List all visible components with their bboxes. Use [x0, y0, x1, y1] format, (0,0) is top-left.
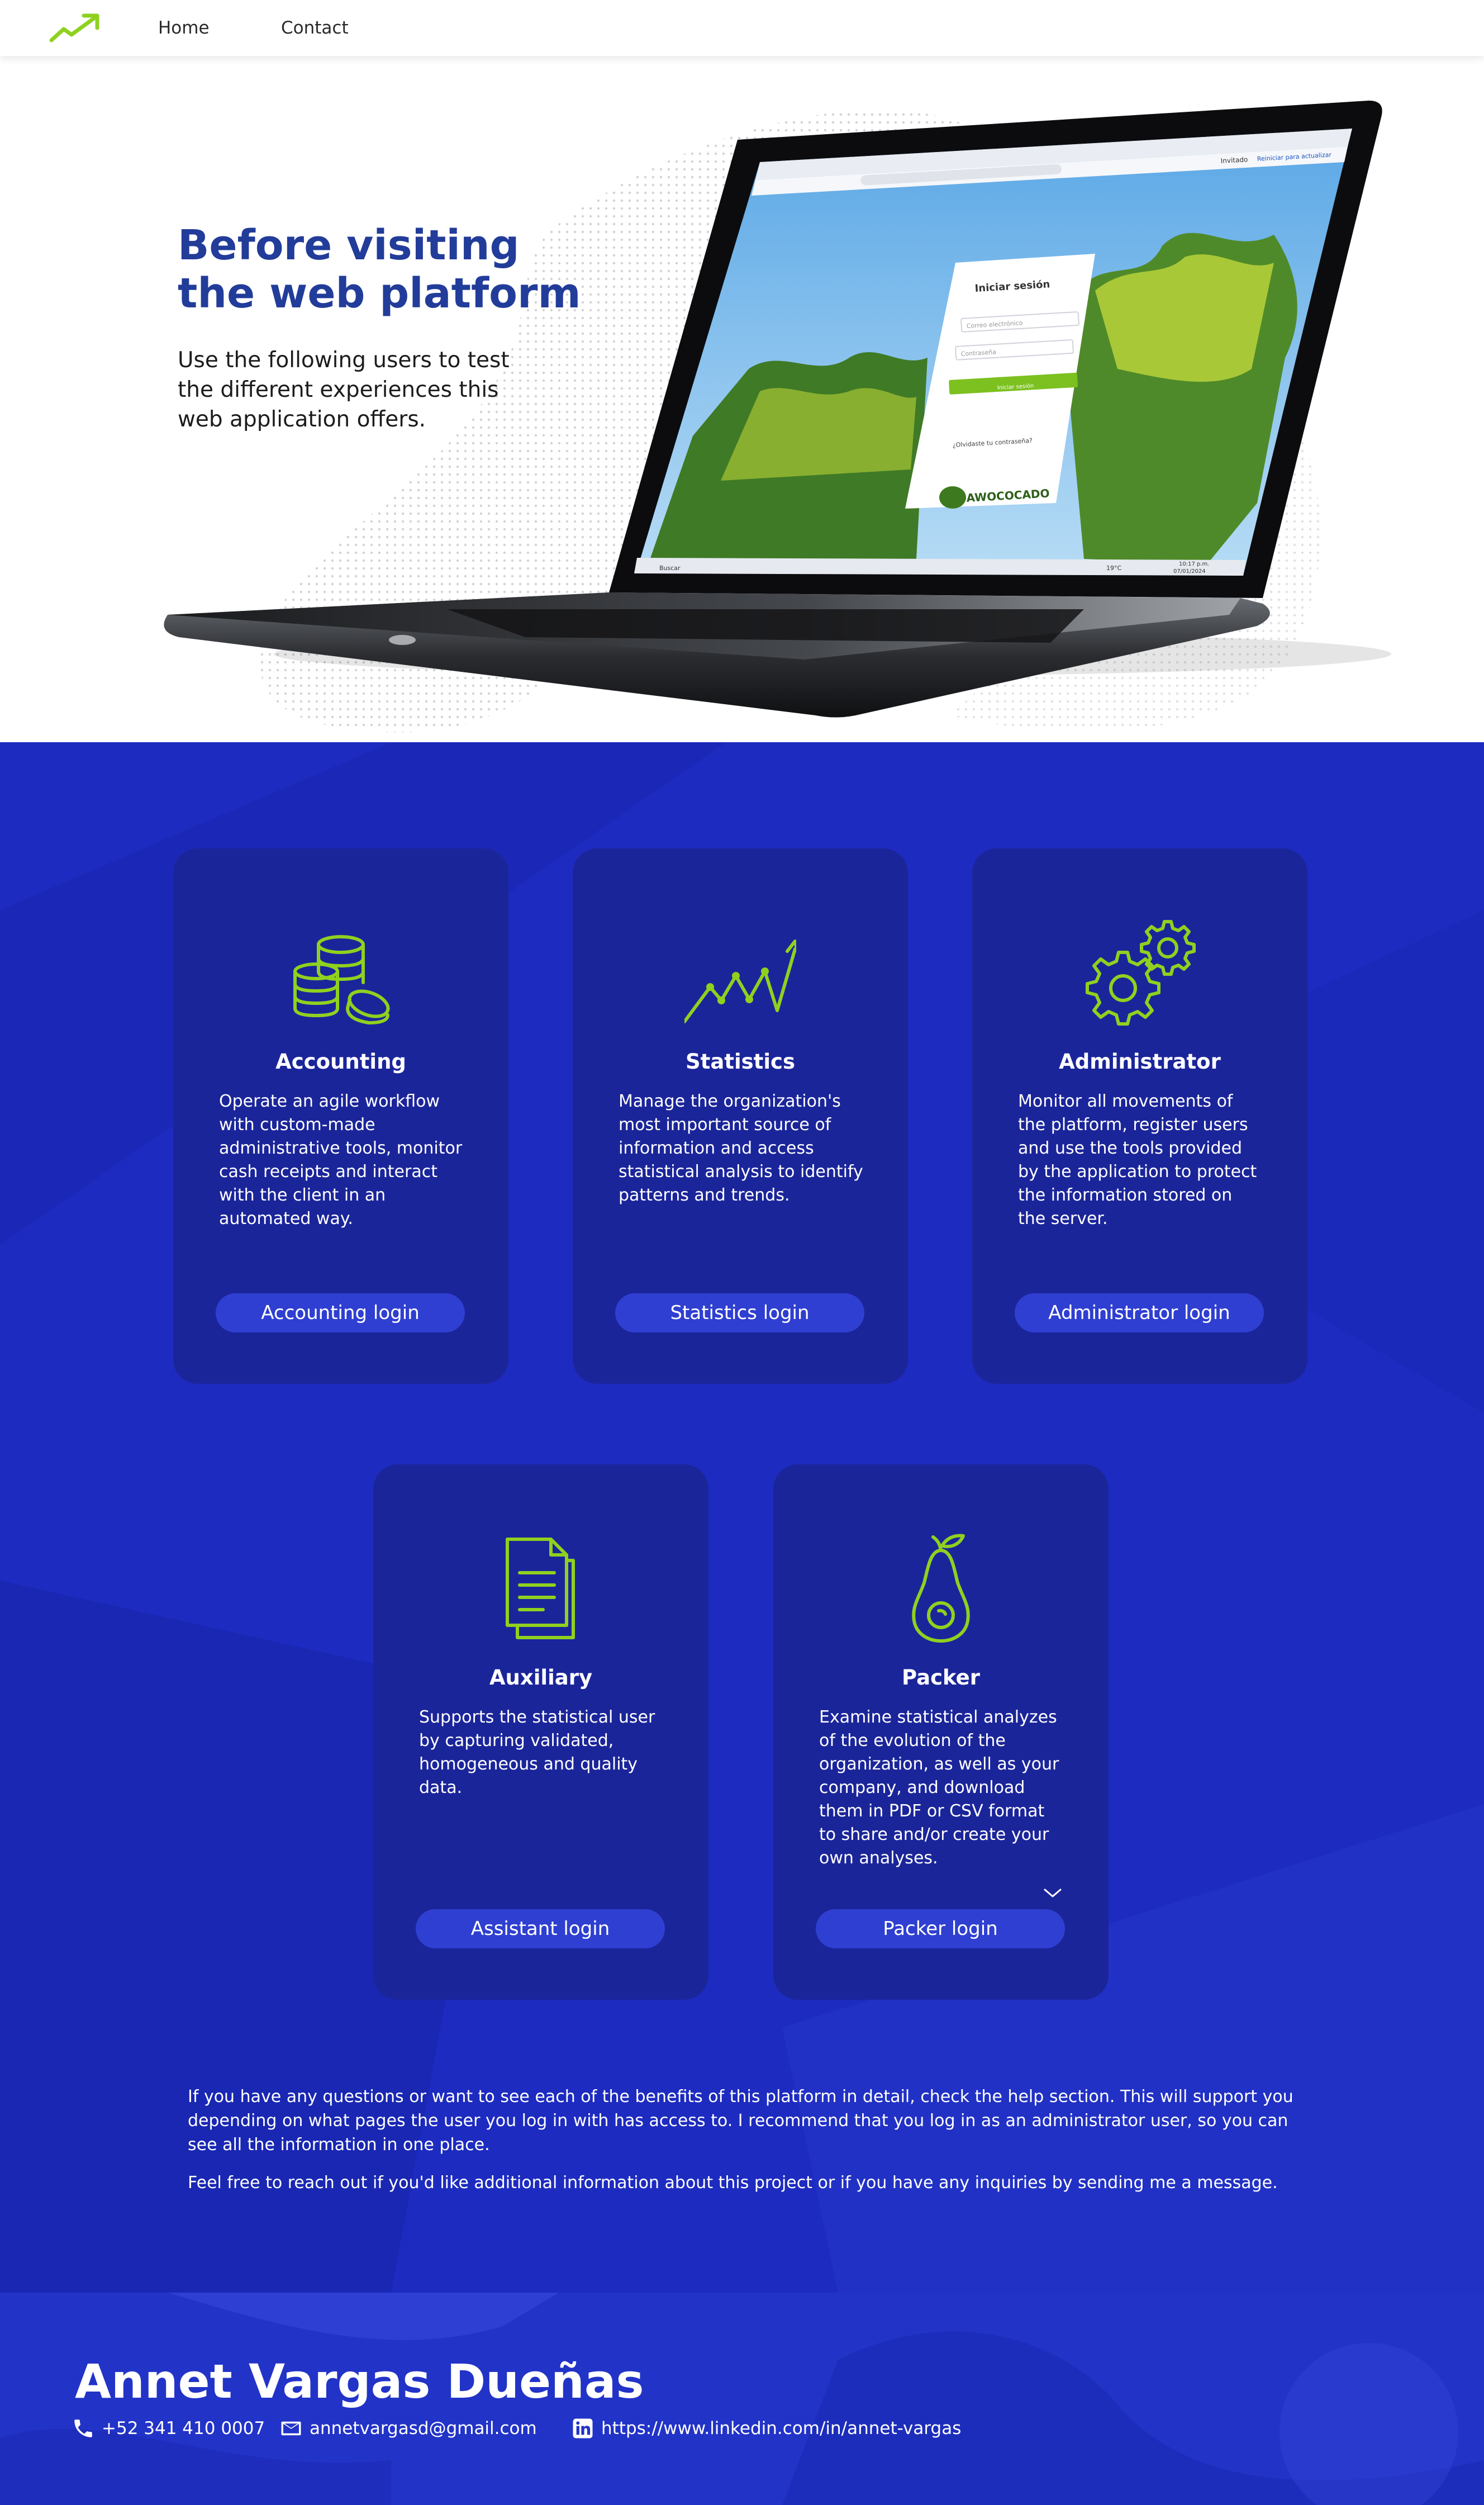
role-card-statistics: Statistics Manage the organization's mos… — [573, 848, 908, 1384]
linkedin-contact[interactable]: https://www.linkedin.com/in/annet-vargas — [571, 2414, 961, 2442]
trending-up-icon[interactable] — [48, 11, 104, 45]
screen-taskbar-search: Buscar — [659, 564, 681, 572]
card-title: Auxiliary — [489, 1666, 593, 1690]
contact-paragraph: Feel free to reach out if you'd like add… — [188, 2173, 1278, 2193]
email-icon — [281, 2421, 301, 2436]
screen-temp: 19°C — [1106, 564, 1121, 572]
laptop-illustration: Invitado Reiniciar para actualizar Inici… — [164, 101, 1391, 718]
roles-section: Accounting Operate an agile workflow wit… — [0, 742, 1484, 2293]
assistant-login-button[interactable]: Assistant login — [416, 1909, 665, 1948]
role-card-administrator: Administrator Monitor all movements of t… — [972, 848, 1307, 1384]
card-description: Monitor all movements of the platform, r… — [1018, 1092, 1257, 1228]
card-description: Operate an agile workflow with custom-ma… — [219, 1092, 463, 1228]
author-name: Annet Vargas Dueñas — [75, 2354, 644, 2409]
nav-contact-link[interactable]: Contact — [281, 18, 349, 38]
browser-profile-label: Invitado — [1220, 155, 1248, 165]
nav-home-link[interactable]: Home — [158, 18, 210, 38]
card-title: Packer — [902, 1666, 980, 1690]
hero-section: Before visiting the web platform Use the… — [0, 56, 1484, 742]
card-title: Accounting — [275, 1050, 406, 1074]
gears-icon — [1086, 920, 1196, 1026]
card-description: Examine statistical analyzes of the evol… — [819, 1707, 1059, 1868]
screen-date: 07/01/2024 — [1173, 568, 1206, 575]
statistics-login-button[interactable]: Statistics login — [615, 1293, 864, 1332]
screen-time: 10:17 p.m. — [1179, 561, 1209, 567]
chevron-down-icon[interactable] — [1041, 1886, 1064, 1900]
phone-icon — [74, 2419, 92, 2437]
email-contact[interactable]: annetvargasd@gmail.com — [279, 2414, 537, 2442]
coins-icon — [293, 935, 390, 1025]
role-card-auxiliary: Auxiliary Supports the statistical user … — [373, 1464, 708, 2000]
role-card-accounting: Accounting Operate an agile workflow wit… — [173, 848, 508, 1384]
document-icon — [506, 1538, 575, 1639]
linkedin-text: https://www.linkedin.com/in/annet-vargas — [601, 2418, 962, 2438]
phone-contact[interactable]: +52 341 410 0007 — [72, 2414, 265, 2442]
card-description: Manage the organization's most important… — [619, 1092, 863, 1205]
packer-login-button[interactable]: Packer login — [816, 1909, 1065, 1948]
administrator-login-button[interactable]: Administrator login — [1015, 1293, 1264, 1332]
linkedin-icon — [573, 2418, 593, 2438]
card-title: Statistics — [685, 1050, 796, 1074]
trend-line-icon — [684, 940, 796, 1023]
top-nav: Home Contact — [0, 0, 1484, 56]
help-paragraph: If you have any questions or want to see… — [188, 2087, 1293, 2155]
card-description: Supports the statistical user by capturi… — [419, 1707, 655, 1797]
footer: Annet Vargas Dueñas +52 341 410 0007 ann… — [0, 2293, 1484, 2505]
accounting-login-button[interactable]: Accounting login — [216, 1293, 465, 1332]
phone-text: +52 341 410 0007 — [102, 2418, 265, 2438]
email-text: annetvargasd@gmail.com — [310, 2418, 537, 2438]
card-title: Administrator — [1059, 1050, 1221, 1074]
role-card-packer: Packer Examine statistical analyzes of t… — [773, 1464, 1109, 2000]
avocado-icon — [912, 1534, 970, 1643]
